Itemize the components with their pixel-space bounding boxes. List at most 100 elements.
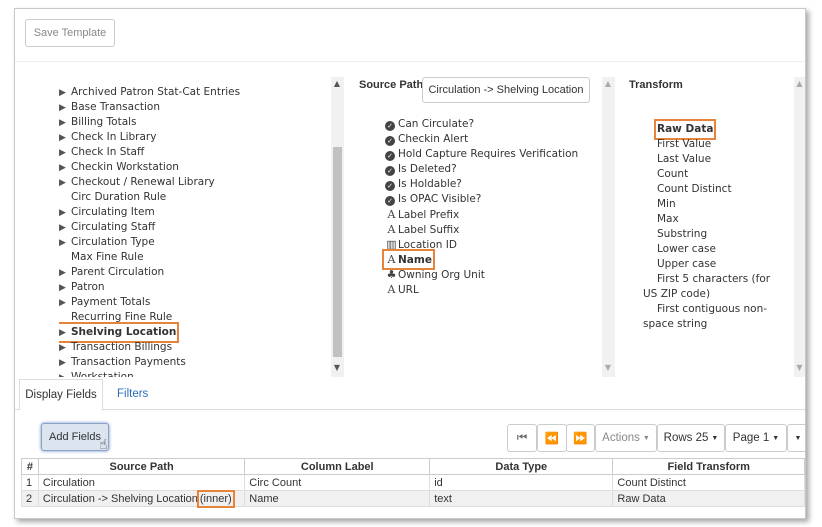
- expand-arrow-icon[interactable]: ▶: [59, 176, 71, 191]
- expand-arrow-icon[interactable]: ▶: [59, 236, 71, 251]
- rows-per-page-dropdown[interactable]: Rows 25 ▼: [657, 424, 725, 452]
- field-item[interactable]: ✓ Can Circulate?: [385, 117, 474, 132]
- tree-item[interactable]: ▶ Parent Circulation: [59, 265, 164, 280]
- transform-item[interactable]: Raw Data: [653, 119, 717, 140]
- tree-item[interactable]: Max Fine Rule: [59, 250, 144, 265]
- expand-arrow-icon[interactable]: ▶: [59, 161, 71, 176]
- transform-item[interactable]: First contiguous non-: [657, 302, 767, 317]
- expand-arrow-icon[interactable]: ▶: [59, 101, 71, 116]
- transform-item[interactable]: Last Value: [657, 152, 711, 167]
- scroll-up-arrow-icon[interactable]: ▲: [602, 79, 614, 88]
- column-header-number[interactable]: #: [21, 458, 39, 475]
- row-source-path-text: Circulation -> Shelving Location: [42, 492, 198, 505]
- column-header-source-path[interactable]: Source Path: [37, 458, 246, 475]
- tree-item-label: Workstation: [71, 371, 134, 377]
- field-item[interactable]: ♣ Owning Org Unit: [385, 267, 485, 282]
- save-template-button[interactable]: Save Template: [25, 19, 115, 47]
- tree-item[interactable]: ▶ Transaction Billings: [59, 340, 172, 355]
- transform-item[interactable]: Lower case: [657, 242, 716, 257]
- expand-arrow-icon[interactable]: ▶: [59, 116, 71, 131]
- tree-item[interactable]: ▶ Check In Staff: [59, 145, 144, 160]
- expand-arrow-icon[interactable]: ▶: [59, 206, 71, 221]
- row-number: 2: [21, 490, 39, 507]
- expand-arrow-icon[interactable]: ▶: [59, 326, 71, 341]
- tree-item[interactable]: ▶ Transaction Payments: [59, 355, 186, 370]
- expand-arrow-icon[interactable]: ▶: [59, 356, 71, 371]
- transform-item[interactable]: Count Distinct: [657, 182, 732, 197]
- expand-arrow-icon[interactable]: ▶: [59, 146, 71, 161]
- source-tree-scrollbar[interactable]: ▲ ▼: [331, 77, 344, 377]
- column-header-data-type[interactable]: Data Type: [429, 458, 614, 475]
- tree-item[interactable]: ▶ Patron: [59, 280, 105, 295]
- tree-item-label: Check In Library: [71, 131, 157, 143]
- transform-item-continued[interactable]: space string: [643, 317, 707, 332]
- column-header-column-label[interactable]: Column Label: [244, 458, 431, 475]
- expand-arrow-icon[interactable]: ▶: [59, 266, 71, 281]
- field-item[interactable]: ▥Location ID: [385, 237, 457, 252]
- tab-filters[interactable]: Filters: [117, 379, 148, 409]
- field-list-scrollbar[interactable]: ▲ ▼: [602, 77, 615, 377]
- transform-item[interactable]: First 5 characters (for: [657, 272, 770, 287]
- transform-item[interactable]: Max: [657, 212, 679, 227]
- tree-item[interactable]: ▶ Shelving Location: [59, 322, 180, 343]
- actions-dropdown[interactable]: Actions ▼: [595, 424, 657, 452]
- expand-arrow-icon[interactable]: ▶: [59, 221, 71, 236]
- tree-item[interactable]: ▶ Billing Totals: [59, 115, 137, 130]
- field-item[interactable]: A Label Prefix: [385, 207, 460, 222]
- tree-item[interactable]: ▶ Circulation Type: [59, 235, 155, 250]
- tree-item-label: Recurring Fine Rule: [71, 311, 173, 323]
- transform-item[interactable]: Min: [657, 197, 676, 212]
- tree-item[interactable]: ▶ Check In Library: [59, 130, 156, 145]
- table-row[interactable]: 2 Circulation -> Shelving Location (inner…: [21, 489, 805, 508]
- tree-item[interactable]: ▶Workstation: [59, 370, 134, 377]
- field-item[interactable]: A Name: [382, 249, 435, 270]
- transform-item[interactable]: First Value: [657, 137, 711, 152]
- tree-item[interactable]: ▶ Payment Totals: [59, 295, 150, 310]
- transform-item[interactable]: Count: [657, 167, 688, 182]
- tree-item[interactable]: ▶ Base Transaction: [59, 100, 160, 115]
- expand-arrow-icon[interactable]: ▶: [59, 341, 71, 356]
- row-column-label[interactable]: Name: [244, 490, 431, 507]
- scroll-down-arrow-icon[interactable]: ▼: [794, 363, 805, 372]
- field-item[interactable]: ✓ Is Deleted?: [385, 162, 457, 177]
- field-item[interactable]: ✓ Hold Capture Requires Verification: [385, 147, 578, 162]
- scroll-down-arrow-icon[interactable]: ▼: [331, 363, 343, 372]
- field-item[interactable]: A Label Suffix: [385, 222, 460, 237]
- tree-item[interactable]: ▶ Checkin Workstation: [59, 160, 179, 175]
- scrollbar-thumb[interactable]: [333, 147, 342, 357]
- tree-item[interactable]: Recurring Fine Rule: [59, 310, 172, 325]
- transform-item[interactable]: Substring: [657, 227, 707, 242]
- previous-page-button[interactable]: ⏪: [537, 424, 567, 452]
- row-column-label[interactable]: Circ Count: [244, 474, 431, 491]
- column-header-field-transform[interactable]: Field Transform: [612, 458, 805, 475]
- scroll-up-arrow-icon[interactable]: ▲: [331, 79, 343, 88]
- expand-arrow-icon[interactable]: ▶: [59, 371, 71, 377]
- text-icon: A: [387, 253, 396, 266]
- first-page-button[interactable]: ⏮: [507, 424, 537, 452]
- field-item[interactable]: ✓ Is Holdable?: [385, 177, 462, 192]
- tab-display-fields[interactable]: Display Fields: [19, 379, 103, 411]
- page-dropdown[interactable]: Page 1 ▼: [725, 424, 787, 452]
- tree-item[interactable]: Circ Duration Rule: [59, 190, 166, 205]
- tree-item[interactable]: ▶ Circulating Item: [59, 205, 155, 220]
- scroll-up-arrow-icon[interactable]: ▲: [794, 79, 805, 88]
- transform-scrollbar[interactable]: ▲ ▼: [794, 77, 805, 377]
- field-item[interactable]: ✓ Is OPAC Visible?: [385, 192, 481, 207]
- field-item-label: Hold Capture Requires Verification: [398, 148, 579, 160]
- tree-item[interactable]: ▶ Checkout / Renewal Library: [59, 175, 215, 190]
- tree-item[interactable]: ▶ Circulating Staff: [59, 220, 155, 235]
- field-item[interactable]: A URL: [385, 282, 419, 297]
- table-row[interactable]: 1 Circulation Circ Count id Count Distin…: [21, 474, 805, 491]
- next-page-button[interactable]: ⏩: [566, 424, 595, 452]
- display-fields-grid: # Source Path Column Label Data Type Fie…: [21, 458, 805, 508]
- transform-item-continued[interactable]: US ZIP code): [643, 287, 710, 302]
- expand-arrow-icon[interactable]: ▶: [59, 296, 71, 311]
- transform-item[interactable]: Upper case: [657, 257, 716, 272]
- scroll-down-arrow-icon[interactable]: ▼: [602, 363, 614, 372]
- expand-arrow-icon[interactable]: ▶: [59, 131, 71, 146]
- tree-item[interactable]: ▶ Archived Patron Stat-Cat Entries: [59, 85, 240, 100]
- field-item[interactable]: ✓ Checkin Alert: [385, 132, 468, 147]
- expand-arrow-icon[interactable]: ▶: [59, 281, 71, 296]
- more-options-dropdown[interactable]: ▼: [787, 424, 805, 452]
- expand-arrow-icon[interactable]: ▶: [59, 86, 71, 101]
